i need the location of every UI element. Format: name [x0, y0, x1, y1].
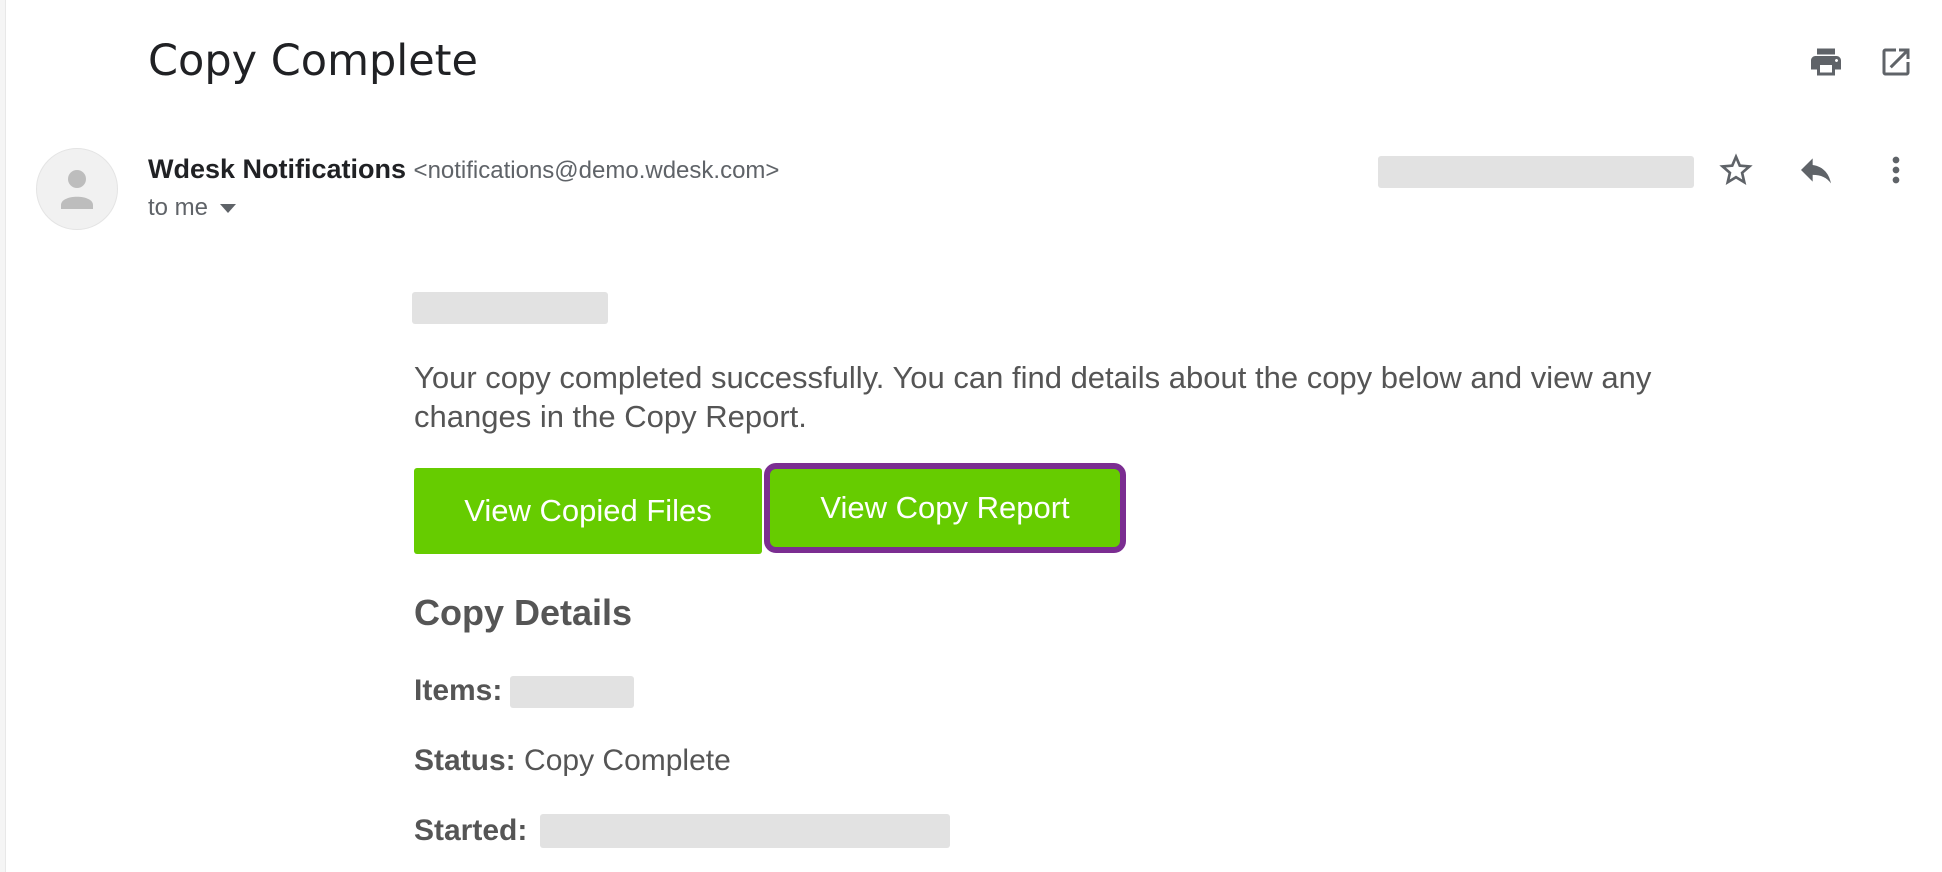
- sender-avatar: [36, 148, 118, 230]
- started-label: Started:: [414, 814, 528, 847]
- recipient-label: to me: [148, 194, 209, 221]
- intro-text: Your copy completed successfully. You ca…: [414, 360, 1652, 434]
- email-subject: Copy Complete: [148, 36, 478, 86]
- copy-details-heading: Copy Details: [414, 592, 633, 633]
- chevron-down-icon: [220, 204, 237, 214]
- redacted-items-value: [510, 676, 634, 708]
- status-label: Status:: [414, 744, 516, 777]
- view-copied-files-button[interactable]: View Copied Files: [414, 468, 762, 554]
- left-divider: [0, 0, 6, 872]
- open-in-new-icon[interactable]: [1878, 44, 1914, 80]
- detail-items-row: Items:: [414, 674, 502, 708]
- sender-email: <notifications@demo.wdesk.com>: [413, 157, 780, 184]
- redacted-date: [1378, 156, 1694, 188]
- person-icon: [61, 170, 93, 209]
- view-copy-report-button[interactable]: View Copy Report: [764, 463, 1126, 553]
- redacted-started-value: [540, 814, 950, 848]
- more-vert-icon[interactable]: [1876, 150, 1916, 190]
- recipient-dropdown[interactable]: to me: [148, 194, 237, 222]
- items-label: Items:: [414, 674, 503, 707]
- detail-status-row: Status: Copy Complete: [414, 744, 731, 778]
- detail-started-row: Started:: [414, 814, 527, 848]
- sender-name: Wdesk Notifications: [148, 154, 407, 184]
- redacted-greeting: [412, 292, 608, 324]
- email-view: Copy Complete Wdesk Notifications <notif…: [0, 0, 1942, 872]
- reply-icon[interactable]: [1796, 150, 1836, 190]
- star-icon[interactable]: [1716, 150, 1756, 190]
- print-icon[interactable]: [1808, 44, 1844, 80]
- sender-line: Wdesk Notifications <notifications@demo.…: [148, 154, 779, 185]
- status-value: Copy Complete: [524, 744, 731, 777]
